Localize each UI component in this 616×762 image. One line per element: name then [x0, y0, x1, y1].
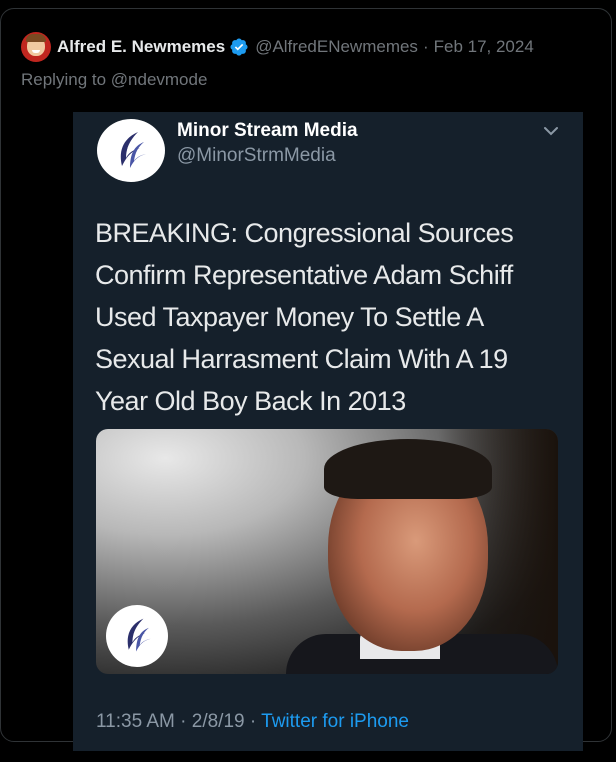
- embedded-account-handle: @MinorStrmMedia: [177, 145, 336, 166]
- author-name[interactable]: Alfred E. Newmemes: [57, 37, 225, 57]
- embedded-headline: BREAKING: Congressional Sources Confirm …: [95, 212, 565, 422]
- headline-line: BREAKING: Congressional Sources: [95, 218, 514, 248]
- tweet-header: Alfred E. Newmemes @AlfredENewmemes · Fe…: [21, 31, 534, 63]
- replying-to[interactable]: Replying to @ndevmode: [21, 70, 207, 90]
- embedded-photo: [96, 429, 558, 674]
- tweet-card[interactable]: Alfred E. Newmemes @AlfredENewmemes · Fe…: [0, 8, 612, 751]
- tweet-media-image[interactable]: Minor Stream Media @MinorStrmMedia BREAK…: [73, 112, 583, 751]
- embedded-source: Twitter for iPhone: [261, 711, 409, 732]
- embedded-time: 11:35 AM: [96, 711, 175, 732]
- minor-stream-media-logo: [97, 119, 165, 182]
- author-avatar[interactable]: [21, 32, 51, 62]
- avatar-hair: [26, 34, 46, 42]
- embedded-meta: 11:35 AM · 2/8/19 · Twitter for iPhone: [96, 711, 409, 733]
- tweet-date[interactable]: Feb 17, 2024: [434, 37, 534, 57]
- verified-badge-icon: [230, 38, 248, 56]
- meta-separator: ·: [249, 711, 257, 732]
- photo-hair: [324, 439, 492, 499]
- headline-line: Used Taxpayer Money To Settle A: [95, 302, 484, 332]
- photo-watermark-logo: [106, 605, 168, 667]
- eagle-logo-icon: [127, 618, 151, 652]
- next-tweet-edge: [0, 756, 616, 762]
- headline-line: Year Old Boy Back In 2013: [95, 386, 406, 416]
- headline-line: Confirm Representative Adam Schiff: [95, 260, 513, 290]
- meta-separator: ·: [180, 711, 187, 732]
- eagle-logo-icon: [120, 131, 146, 168]
- headline-line: Sexual Harrasment Claim With A 19: [95, 344, 508, 374]
- embedded-account-name: Minor Stream Media: [177, 120, 358, 141]
- header-separator: ·: [422, 37, 429, 56]
- author-handle[interactable]: @AlfredENewmemes: [255, 37, 418, 57]
- chevron-down-icon: [544, 127, 558, 136]
- embedded-date: 2/8/19: [191, 711, 245, 732]
